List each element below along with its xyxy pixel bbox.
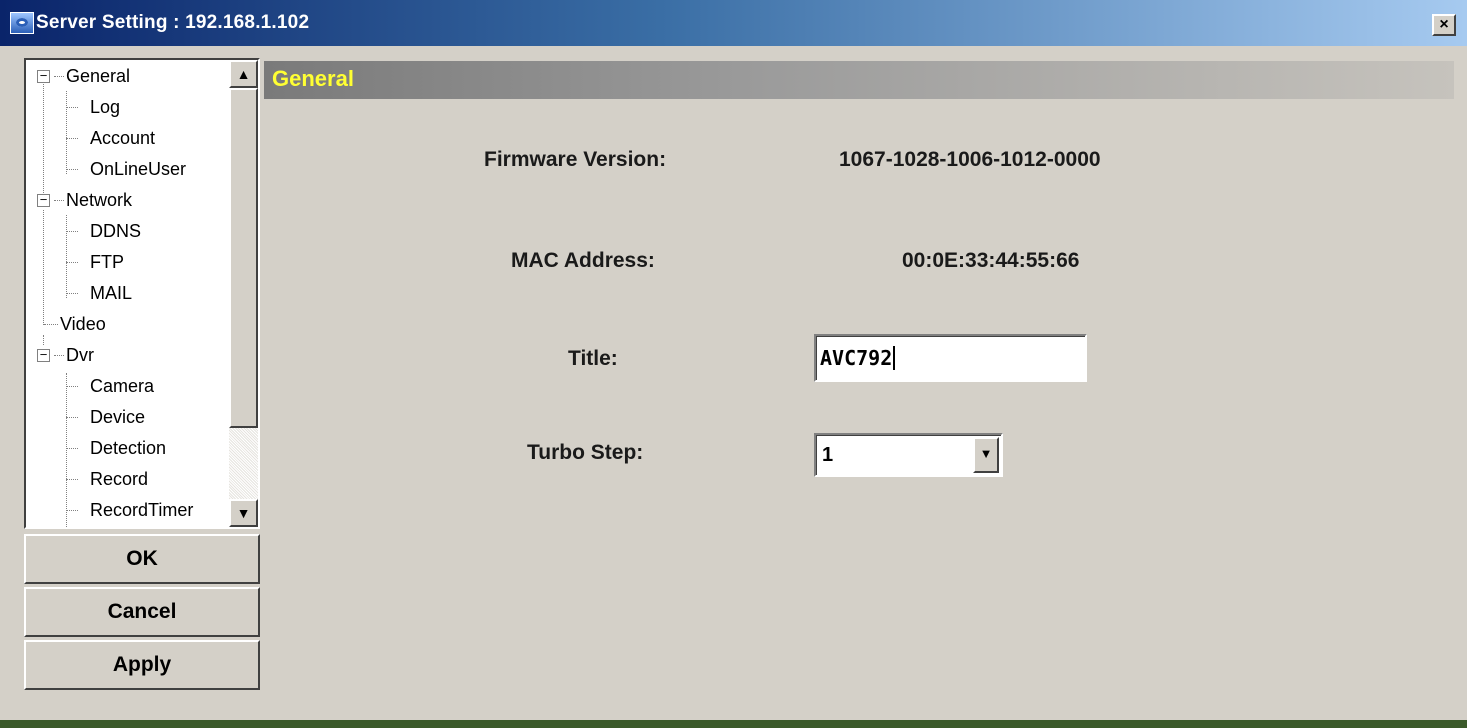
tree-connector (66, 169, 78, 170)
tree-connector (54, 355, 64, 356)
tree-connector (66, 91, 67, 174)
tree-connector (66, 107, 78, 108)
title-input[interactable]: AVC792 (814, 334, 1087, 382)
text-cursor (893, 346, 896, 370)
tree-connector (66, 262, 78, 263)
turbo-step-select[interactable]: 1 ▼ (814, 433, 1003, 477)
ok-button[interactable]: OK (24, 534, 260, 584)
tree-item-label: MAIL (90, 283, 133, 303)
tree-item-label: Network (66, 190, 133, 210)
close-button[interactable]: × (1432, 14, 1456, 36)
tree-connector (66, 373, 67, 527)
cancel-button[interactable]: Cancel (24, 587, 260, 637)
window-title: Server Setting : 192.168.1.102 (36, 12, 310, 33)
tree-item-label: General (66, 66, 131, 86)
title-bar[interactable]: Server Setting : 192.168.1.102 × (0, 0, 1467, 46)
tree-connector (66, 215, 67, 298)
tree-scrollbar[interactable]: ▲ ▼ (229, 60, 258, 527)
tree-connector (66, 417, 78, 418)
close-icon: × (1439, 16, 1449, 33)
apply-button[interactable]: Apply (24, 640, 260, 690)
tree-item-label: FTP (90, 252, 124, 272)
tree-connector (54, 200, 64, 201)
tree-item-label: RecordTimer (90, 500, 194, 520)
title-input-value: AVC792 (820, 346, 893, 370)
tree-connector (66, 479, 78, 480)
title-label: Title: (568, 347, 618, 370)
tree-connector (66, 293, 78, 294)
firmware-version-label: Firmware Version: (484, 148, 667, 171)
chevron-down-icon: ▼ (979, 446, 993, 461)
scroll-down-icon: ▼ (236, 505, 251, 521)
tree-item-label: Log (90, 97, 121, 117)
tree-item-label: Device (90, 407, 146, 427)
scroll-thumb[interactable] (229, 88, 258, 428)
turbo-step-label: Turbo Step: (527, 441, 644, 464)
tree-connector (66, 448, 78, 449)
tree-connector (66, 386, 78, 387)
firmware-version-value: 1067-1028-1006-1012-0000 (839, 148, 1101, 171)
tree-connector (44, 324, 58, 325)
tree-connector (66, 138, 78, 139)
tree-item-label: Camera (90, 376, 155, 396)
tree-item-label: Account (90, 128, 156, 148)
mac-address-label: MAC Address: (511, 249, 655, 272)
tree-connector (66, 231, 78, 232)
collapse-icon[interactable]: − (37, 348, 50, 362)
tree-item-label: DDNS (90, 221, 142, 241)
tree-connector (43, 210, 44, 325)
tree-item-label: OnLineUser (90, 159, 187, 179)
tree-connector (66, 510, 78, 511)
section-header: General (264, 61, 1454, 99)
app-camera-icon (10, 12, 34, 34)
tree-item-label: Record (90, 469, 149, 489)
scroll-up-button[interactable]: ▲ (229, 60, 258, 88)
tree-item-label: Detection (90, 438, 167, 458)
tree-item-label: Video (60, 314, 106, 334)
tree-content: − General Log Account OnLineUser − Netwo… (26, 60, 230, 527)
mac-address-value: 00:0E:33:44:55:66 (902, 249, 1080, 272)
tree-connector (54, 76, 64, 77)
settings-tree[interactable]: − General Log Account OnLineUser − Netwo… (24, 58, 260, 529)
section-title: General (272, 66, 354, 91)
scroll-down-button[interactable]: ▼ (229, 499, 258, 527)
tree-connector (43, 81, 44, 201)
tree-item-label: Dvr (66, 345, 94, 365)
turbo-step-value: 1 (822, 444, 834, 466)
server-setting-window: Server Setting : 192.168.1.102 × − Gener… (0, 0, 1467, 728)
collapse-icon[interactable]: − (37, 69, 50, 83)
tree-connector (43, 335, 44, 345)
bottom-edge (0, 720, 1467, 728)
scroll-up-icon: ▲ (236, 66, 251, 82)
collapse-icon[interactable]: − (37, 193, 50, 207)
dropdown-button[interactable]: ▼ (973, 437, 999, 473)
